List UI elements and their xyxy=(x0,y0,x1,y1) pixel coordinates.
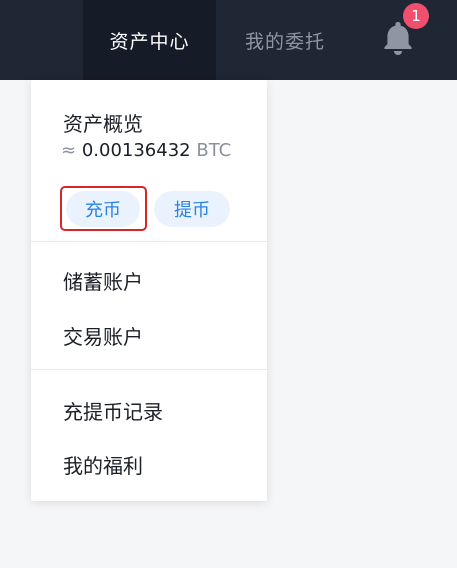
menu-item-trading-account[interactable]: 交易账户 xyxy=(63,321,143,350)
deposit-button-label: 充币 xyxy=(85,200,121,221)
menu-divider xyxy=(31,241,267,242)
menu-item-deposit-withdraw-records[interactable]: 充提币记录 xyxy=(63,396,163,425)
nav-asset-center-label: 资产中心 xyxy=(109,30,190,53)
asset-overview-title: 资产概览 xyxy=(63,112,143,136)
asset-dropdown-menu: 资产概览 ≈ 0.00136432 BTC 充币 提币 储蓄账户 交易账户 充提… xyxy=(31,80,267,501)
menu-item-savings-account[interactable]: 储蓄账户 xyxy=(63,266,143,295)
nav-asset-center[interactable]: 资产中心 xyxy=(83,0,216,80)
notification-count: 1 xyxy=(411,7,421,25)
balance-value: 0.00136432 xyxy=(81,140,191,161)
nav-my-orders-label: 我的委托 xyxy=(244,30,325,53)
withdraw-button-label: 提币 xyxy=(174,200,210,221)
top-navigation-bar: 资产中心 我的委托 1 xyxy=(0,0,457,80)
approx-symbol: ≈ xyxy=(61,140,77,161)
nav-my-orders[interactable]: 我的委托 xyxy=(232,0,338,80)
menu-divider xyxy=(31,369,267,370)
balance-unit: BTC xyxy=(196,140,232,161)
menu-item-my-benefits[interactable]: 我的福利 xyxy=(63,450,143,479)
deposit-button[interactable]: 充币 xyxy=(66,191,140,227)
withdraw-button[interactable]: 提币 xyxy=(154,191,230,227)
notification-badge: 1 xyxy=(403,3,429,29)
asset-overview-balance: ≈ 0.00136432 BTC xyxy=(61,140,231,161)
